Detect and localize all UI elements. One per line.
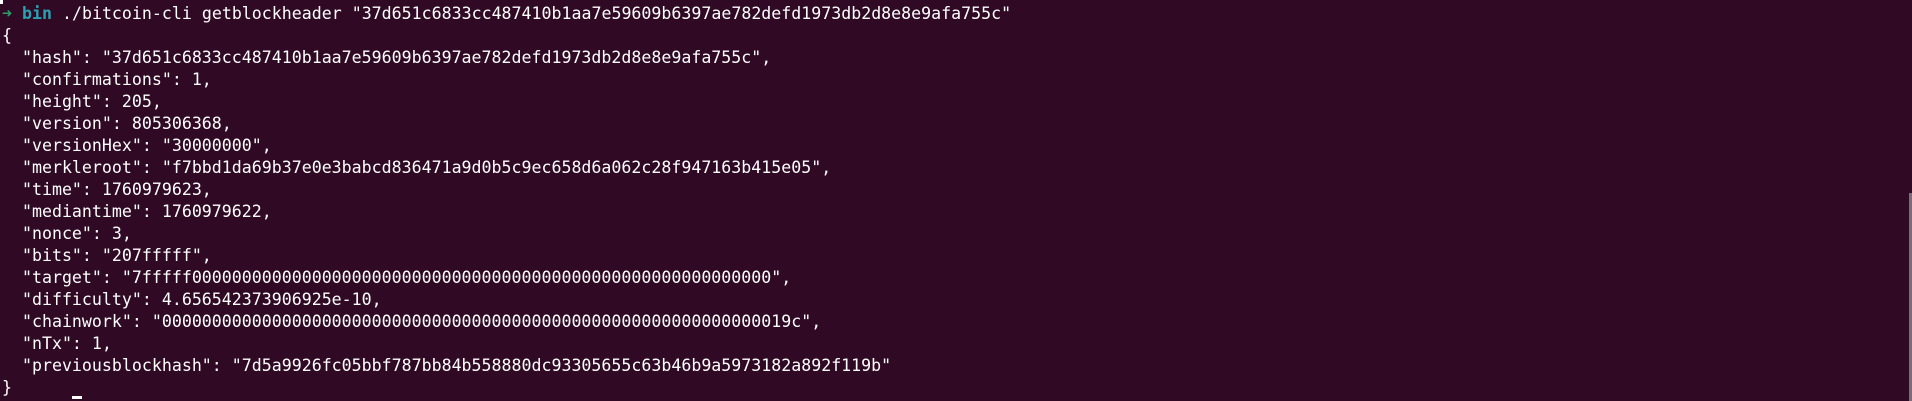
output-line: "height": 205, [2,92,162,111]
output-line: "nonce": 3, [2,224,132,243]
command-text: ./bitcoin-cli getblockheader "37d651c683… [61,4,1012,23]
output-line: "merkleroot": "f7bbd1da69b37e0e3babcd836… [2,158,832,177]
output-line: "mediantime": 1760979622, [2,202,272,221]
output-line: "target": "7fffff00000000000000000000000… [2,268,792,287]
prompt-arrow-icon: ➜ [2,4,12,23]
output-line: "versionHex": "30000000", [2,136,272,155]
output-line: "confirmations": 1, [2,70,212,89]
output-line: "time": 1760979623, [2,180,212,199]
output-line: "version": 805306368, [2,114,232,133]
output-line: "chainwork": "00000000000000000000000000… [2,312,822,331]
output-line: { [2,26,12,45]
prompt-directory: bin [22,4,52,23]
terminal-output: ➜ bin ./bitcoin-cli getblockheader "37d6… [2,3,1912,399]
command-line: ➜ bin ./bitcoin-cli getblockheader "37d6… [2,3,1912,25]
text-cursor [72,396,82,399]
output-line: "nTx": 1, [2,334,112,353]
output-line: "previousblockhash": "7d5a9926fc05bbf787… [2,356,892,375]
terminal-window[interactable]: ➜ bin ./bitcoin-cli getblockheader "37d6… [0,0,1912,401]
output-line: "hash": "37d651c6833cc487410b1aa7e59609b… [2,48,772,67]
output-line: "difficulty": 4.656542373906925e-10, [2,290,382,309]
output-line: } [2,378,12,397]
output-line: "bits": "207fffff", [2,246,212,265]
